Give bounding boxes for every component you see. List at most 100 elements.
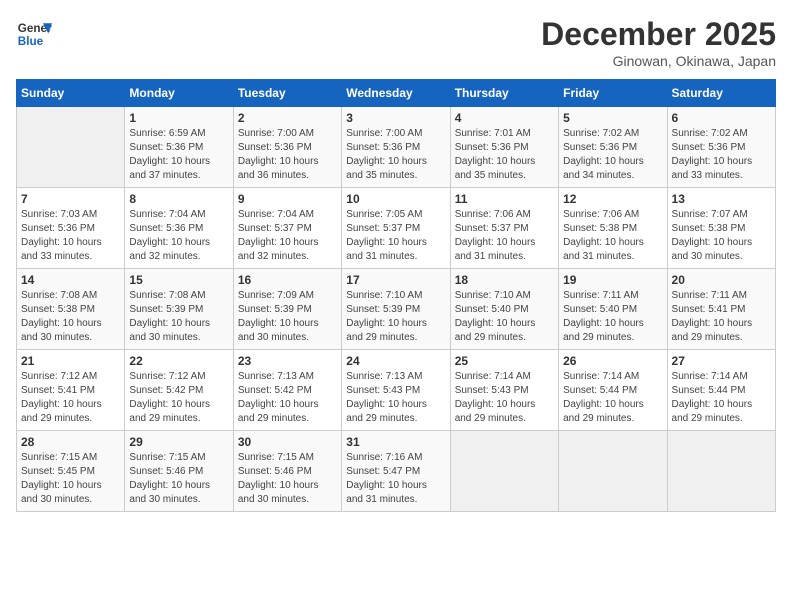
day-info: Sunrise: 7:14 AM Sunset: 5:44 PM Dayligh… <box>672 370 771 426</box>
calendar-cell <box>17 107 125 188</box>
day-number: 10 <box>346 192 445 206</box>
day-info: Sunrise: 7:15 AM Sunset: 5:46 PM Dayligh… <box>129 451 228 507</box>
calendar-cell: 3 Sunrise: 7:00 AM Sunset: 5:36 PM Daylig… <box>342 107 450 188</box>
calendar-cell: 4 Sunrise: 7:01 AM Sunset: 5:36 PM Daylig… <box>450 107 558 188</box>
column-header-friday: Friday <box>559 80 667 107</box>
calendar-cell: 24 Sunrise: 7:13 AM Sunset: 5:43 PM Dayli… <box>342 350 450 431</box>
day-info: Sunrise: 7:03 AM Sunset: 5:36 PM Dayligh… <box>21 208 120 264</box>
day-number: 25 <box>455 354 554 368</box>
day-number: 12 <box>563 192 662 206</box>
calendar-cell <box>559 431 667 512</box>
day-number: 24 <box>346 354 445 368</box>
calendar-table: SundayMondayTuesdayWednesdayThursdayFrid… <box>16 79 776 512</box>
calendar-cell: 10 Sunrise: 7:05 AM Sunset: 5:37 PM Dayli… <box>342 188 450 269</box>
page-header: General Blue December 2025 Ginowan, Okin… <box>16 16 776 69</box>
day-number: 29 <box>129 435 228 449</box>
calendar-cell: 14 Sunrise: 7:08 AM Sunset: 5:38 PM Dayli… <box>17 269 125 350</box>
calendar-cell: 31 Sunrise: 7:16 AM Sunset: 5:47 PM Dayli… <box>342 431 450 512</box>
calendar-cell: 16 Sunrise: 7:09 AM Sunset: 5:39 PM Dayli… <box>233 269 341 350</box>
svg-text:Blue: Blue <box>18 35 44 48</box>
day-number: 17 <box>346 273 445 287</box>
calendar-cell: 1 Sunrise: 6:59 AM Sunset: 5:36 PM Daylig… <box>125 107 233 188</box>
calendar-cell: 19 Sunrise: 7:11 AM Sunset: 5:40 PM Dayli… <box>559 269 667 350</box>
day-info: Sunrise: 7:00 AM Sunset: 5:36 PM Dayligh… <box>238 127 337 183</box>
day-info: Sunrise: 7:08 AM Sunset: 5:39 PM Dayligh… <box>129 289 228 345</box>
day-number: 1 <box>129 111 228 125</box>
day-info: Sunrise: 7:14 AM Sunset: 5:44 PM Dayligh… <box>563 370 662 426</box>
day-info: Sunrise: 7:12 AM Sunset: 5:42 PM Dayligh… <box>129 370 228 426</box>
day-number: 28 <box>21 435 120 449</box>
calendar-header: SundayMondayTuesdayWednesdayThursdayFrid… <box>17 80 776 107</box>
day-info: Sunrise: 7:02 AM Sunset: 5:36 PM Dayligh… <box>563 127 662 183</box>
day-info: Sunrise: 7:05 AM Sunset: 5:37 PM Dayligh… <box>346 208 445 264</box>
day-number: 18 <box>455 273 554 287</box>
day-info: Sunrise: 7:00 AM Sunset: 5:36 PM Dayligh… <box>346 127 445 183</box>
day-number: 23 <box>238 354 337 368</box>
day-info: Sunrise: 7:02 AM Sunset: 5:36 PM Dayligh… <box>672 127 771 183</box>
day-info: Sunrise: 7:11 AM Sunset: 5:41 PM Dayligh… <box>672 289 771 345</box>
calendar-cell: 15 Sunrise: 7:08 AM Sunset: 5:39 PM Dayli… <box>125 269 233 350</box>
day-number: 3 <box>346 111 445 125</box>
day-info: Sunrise: 7:09 AM Sunset: 5:39 PM Dayligh… <box>238 289 337 345</box>
day-info: Sunrise: 7:06 AM Sunset: 5:37 PM Dayligh… <box>455 208 554 264</box>
calendar-week-5: 28 Sunrise: 7:15 AM Sunset: 5:45 PM Dayli… <box>17 431 776 512</box>
month-year-title: December 2025 <box>541 16 776 53</box>
calendar-week-3: 14 Sunrise: 7:08 AM Sunset: 5:38 PM Dayli… <box>17 269 776 350</box>
day-info: Sunrise: 6:59 AM Sunset: 5:36 PM Dayligh… <box>129 127 228 183</box>
calendar-cell: 28 Sunrise: 7:15 AM Sunset: 5:45 PM Dayli… <box>17 431 125 512</box>
calendar-cell <box>450 431 558 512</box>
column-header-tuesday: Tuesday <box>233 80 341 107</box>
day-info: Sunrise: 7:07 AM Sunset: 5:38 PM Dayligh… <box>672 208 771 264</box>
day-number: 6 <box>672 111 771 125</box>
day-info: Sunrise: 7:13 AM Sunset: 5:43 PM Dayligh… <box>346 370 445 426</box>
calendar-cell: 11Sunrise: 7:06 AM Sunset: 5:37 PM Dayli… <box>450 188 558 269</box>
calendar-cell: 8 Sunrise: 7:04 AM Sunset: 5:36 PM Daylig… <box>125 188 233 269</box>
column-header-thursday: Thursday <box>450 80 558 107</box>
calendar-cell: 29 Sunrise: 7:15 AM Sunset: 5:46 PM Dayli… <box>125 431 233 512</box>
day-number: 19 <box>563 273 662 287</box>
day-number: 21 <box>21 354 120 368</box>
column-header-sunday: Sunday <box>17 80 125 107</box>
day-number: 31 <box>346 435 445 449</box>
calendar-cell: 17 Sunrise: 7:10 AM Sunset: 5:39 PM Dayli… <box>342 269 450 350</box>
calendar-cell <box>667 431 775 512</box>
calendar-cell: 22 Sunrise: 7:12 AM Sunset: 5:42 PM Dayli… <box>125 350 233 431</box>
calendar-cell: 12Sunrise: 7:06 AM Sunset: 5:38 PM Dayli… <box>559 188 667 269</box>
day-info: Sunrise: 7:10 AM Sunset: 5:39 PM Dayligh… <box>346 289 445 345</box>
day-info: Sunrise: 7:04 AM Sunset: 5:36 PM Dayligh… <box>129 208 228 264</box>
day-number: 20 <box>672 273 771 287</box>
calendar-cell: 27Sunrise: 7:14 AM Sunset: 5:44 PM Dayli… <box>667 350 775 431</box>
calendar-cell: 30Sunrise: 7:15 AM Sunset: 5:46 PM Dayli… <box>233 431 341 512</box>
day-info: Sunrise: 7:15 AM Sunset: 5:45 PM Dayligh… <box>21 451 120 507</box>
calendar-cell: 18Sunrise: 7:10 AM Sunset: 5:40 PM Dayli… <box>450 269 558 350</box>
day-number: 22 <box>129 354 228 368</box>
calendar-cell: 23 Sunrise: 7:13 AM Sunset: 5:42 PM Dayli… <box>233 350 341 431</box>
day-number: 5 <box>563 111 662 125</box>
day-info: Sunrise: 7:15 AM Sunset: 5:46 PM Dayligh… <box>238 451 337 507</box>
day-number: 16 <box>238 273 337 287</box>
day-info: Sunrise: 7:13 AM Sunset: 5:42 PM Dayligh… <box>238 370 337 426</box>
day-number: 4 <box>455 111 554 125</box>
calendar-cell: 26Sunrise: 7:14 AM Sunset: 5:44 PM Dayli… <box>559 350 667 431</box>
day-info: Sunrise: 7:04 AM Sunset: 5:37 PM Dayligh… <box>238 208 337 264</box>
day-info: Sunrise: 7:11 AM Sunset: 5:40 PM Dayligh… <box>563 289 662 345</box>
location-subtitle: Ginowan, Okinawa, Japan <box>541 53 776 69</box>
column-header-monday: Monday <box>125 80 233 107</box>
day-number: 14 <box>21 273 120 287</box>
day-info: Sunrise: 7:08 AM Sunset: 5:38 PM Dayligh… <box>21 289 120 345</box>
calendar-body: 1 Sunrise: 6:59 AM Sunset: 5:36 PM Daylig… <box>17 107 776 512</box>
day-info: Sunrise: 7:16 AM Sunset: 5:47 PM Dayligh… <box>346 451 445 507</box>
day-number: 7 <box>21 192 120 206</box>
calendar-cell: 25Sunrise: 7:14 AM Sunset: 5:43 PM Dayli… <box>450 350 558 431</box>
column-header-saturday: Saturday <box>667 80 775 107</box>
calendar-cell: 5 Sunrise: 7:02 AM Sunset: 5:36 PM Daylig… <box>559 107 667 188</box>
calendar-week-2: 7 Sunrise: 7:03 AM Sunset: 5:36 PM Daylig… <box>17 188 776 269</box>
logo-icon: General Blue <box>16 16 52 52</box>
day-number: 15 <box>129 273 228 287</box>
column-header-wednesday: Wednesday <box>342 80 450 107</box>
day-info: Sunrise: 7:01 AM Sunset: 5:36 PM Dayligh… <box>455 127 554 183</box>
title-block: December 2025 Ginowan, Okinawa, Japan <box>541 16 776 69</box>
calendar-cell: 9Sunrise: 7:04 AM Sunset: 5:37 PM Daylig… <box>233 188 341 269</box>
day-number: 8 <box>129 192 228 206</box>
calendar-cell: 7 Sunrise: 7:03 AM Sunset: 5:36 PM Daylig… <box>17 188 125 269</box>
